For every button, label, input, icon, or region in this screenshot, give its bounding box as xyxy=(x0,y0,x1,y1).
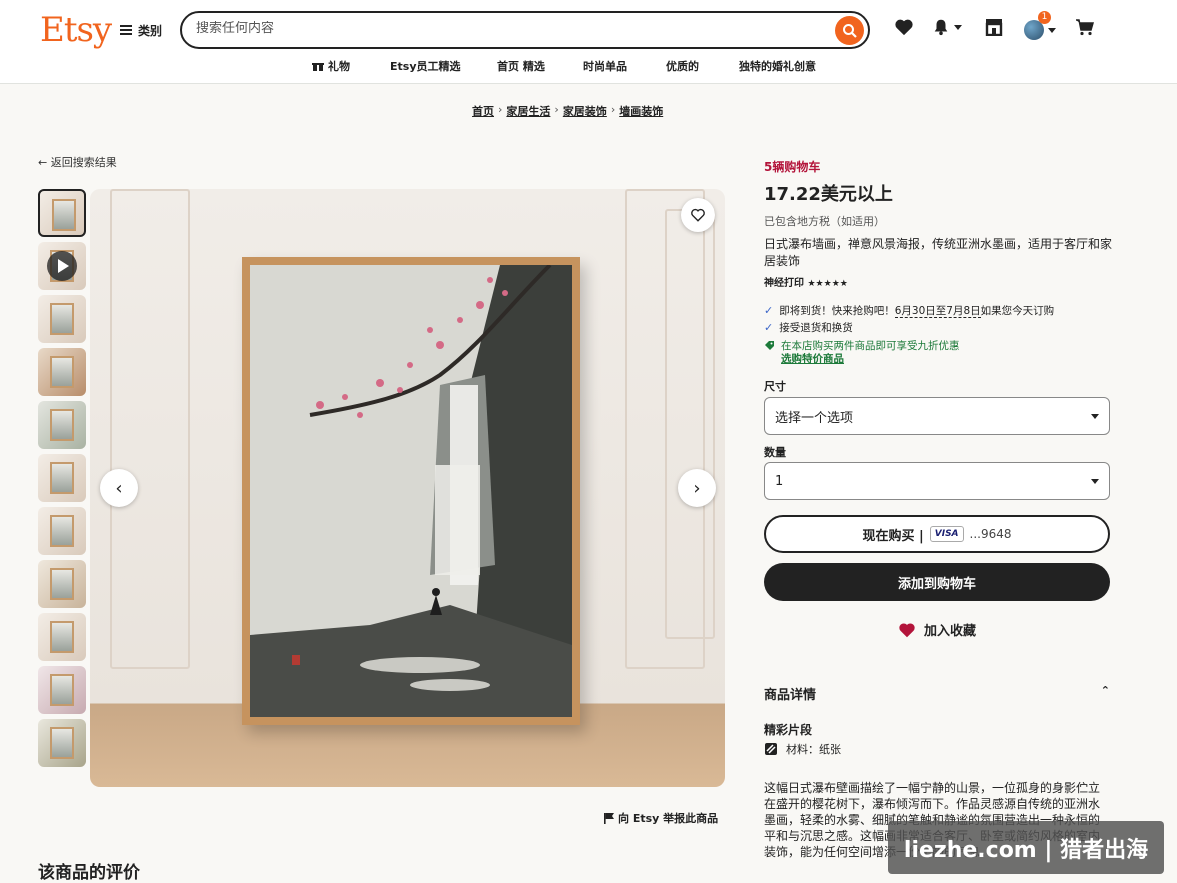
search-bar xyxy=(180,11,870,49)
rating-stars: ★★★★★ xyxy=(807,279,848,289)
breadcrumb-wall-decor[interactable]: 墙画装饰 xyxy=(619,103,663,119)
delivery-dates[interactable]: 6月30日至7月8日 xyxy=(894,305,981,318)
item-details-heading: 商品详情 xyxy=(764,688,817,703)
breadcrumb: 首页 › 家居生活 › 家居装饰 › 墙画装饰 xyxy=(472,103,663,119)
thumbnail[interactable] xyxy=(38,348,86,396)
shop-sale-link[interactable]: 选购特价商品 xyxy=(781,351,844,366)
chevron-right-icon: › xyxy=(693,477,701,499)
item-details-toggle[interactable]: 商品详情 ⌃ xyxy=(764,684,1110,703)
thumbnail[interactable] xyxy=(38,401,86,449)
shop-name[interactable]: 神经打印 xyxy=(764,278,804,289)
chevron-up-icon: ⌃ xyxy=(1100,684,1110,697)
report-label: 向 Etsy 举报此商品 xyxy=(618,812,719,825)
menu-icon xyxy=(120,25,132,35)
visa-icon: VISA xyxy=(929,526,964,542)
quantity-select[interactable]: 1 xyxy=(764,462,1110,500)
watermark: liezhe.com | 猎者出海 xyxy=(888,821,1164,874)
thumbnail[interactable] xyxy=(38,454,86,502)
breadcrumb-home-decor[interactable]: 家居装饰 xyxy=(563,103,607,119)
add-to-cart-button[interactable]: 添加到购物车 xyxy=(764,563,1110,601)
add-to-favorites-label: 加入收藏 xyxy=(924,624,977,639)
check-icon: ✓ xyxy=(764,321,774,334)
back-to-search-link[interactable]: ← 返回搜索结果 xyxy=(38,154,117,170)
material-icon xyxy=(765,743,777,755)
heart-icon xyxy=(899,622,915,637)
chevron-down-icon xyxy=(954,24,962,30)
chevron-down-icon xyxy=(1091,478,1099,484)
tag-icon xyxy=(765,341,774,350)
card-suffix: ...9648 xyxy=(969,527,1012,541)
gift-icon xyxy=(312,61,324,71)
site-header: Etsy 类别 1 礼物 Etsy员工精选 首页 精选 时尚单品 优质的 独特的… xyxy=(0,0,1177,84)
bell-icon xyxy=(934,19,948,36)
cart-count-badge: 1 xyxy=(1038,11,1051,24)
buy-now-label: 现在购买 | xyxy=(862,528,924,544)
previous-image-button[interactable]: ‹ xyxy=(100,469,138,507)
buy-now-button[interactable]: 现在购买 | VISA ...9648 xyxy=(764,515,1110,553)
quantity-select-value: 1 xyxy=(775,473,784,489)
etsy-logo[interactable]: Etsy xyxy=(40,10,112,50)
breadcrumb-separator: › xyxy=(554,103,559,116)
thumbnail[interactable] xyxy=(38,666,86,714)
thumbnail[interactable] xyxy=(38,295,86,343)
size-select-value: 选择一个选项 xyxy=(775,410,854,426)
nav-item-gifts[interactable]: 礼物 xyxy=(312,58,350,74)
heart-outline-icon xyxy=(691,208,705,222)
search-input[interactable] xyxy=(196,21,816,36)
cart-demand-note: 5辆购物车 xyxy=(764,160,821,174)
thumbnail[interactable] xyxy=(38,560,86,608)
thumbnail[interactable] xyxy=(38,189,86,237)
flag-icon xyxy=(604,812,614,824)
tax-note: 已包含地方税（如适用） xyxy=(764,215,885,228)
size-label: 尺寸 xyxy=(764,380,786,393)
quantity-label: 数量 xyxy=(764,446,786,459)
breadcrumb-home-living[interactable]: 家居生活 xyxy=(506,103,550,119)
play-icon xyxy=(47,251,77,281)
chevron-down-icon xyxy=(1091,413,1099,419)
product-image[interactable]: ‹ › xyxy=(90,189,725,787)
arrow-left-icon: ← xyxy=(38,156,51,169)
returns-note: ✓ 接受退货和换货 xyxy=(764,321,853,334)
product-title: 日式瀑布墙画，禅意风景海报，传统亚洲水墨画，适用于客厅和家居装饰 xyxy=(764,237,1113,268)
next-image-button[interactable]: › xyxy=(678,469,716,507)
breadcrumb-home[interactable]: 首页 xyxy=(472,103,494,119)
reviews-heading: 该商品的评价 xyxy=(38,863,140,883)
search-icon xyxy=(842,23,857,38)
thumbnail[interactable] xyxy=(38,719,86,767)
size-select[interactable]: 选择一个选项 xyxy=(764,397,1110,435)
price: 17.22美元以上 xyxy=(764,184,893,205)
nav-item-premium[interactable]: 优质的 xyxy=(666,58,699,74)
breadcrumb-separator: › xyxy=(610,103,616,116)
chevron-left-icon: ‹ xyxy=(115,477,123,499)
notifications-button[interactable] xyxy=(932,18,962,36)
shop-info: 神经打印 ★★★★★ xyxy=(764,274,848,289)
breadcrumb-separator: › xyxy=(498,103,503,116)
thumbnail[interactable] xyxy=(38,613,86,661)
thumbnail[interactable] xyxy=(38,507,86,555)
check-icon: ✓ xyxy=(764,304,774,317)
framed-painting xyxy=(242,257,580,725)
nav-item-label: 礼物 xyxy=(328,60,350,73)
categories-button[interactable]: 类别 xyxy=(120,20,162,40)
categories-label: 类别 xyxy=(138,23,163,38)
highlights-heading: 精彩片段 xyxy=(764,723,813,737)
nav-item-editors-picks[interactable]: Etsy员工精选 xyxy=(390,58,461,74)
add-to-favorites-button[interactable]: 加入收藏 xyxy=(898,620,976,639)
delivery-estimate: ✓ 即将到货！快来抢购吧！6月30日至7月8日如果您今天订购 xyxy=(764,304,1055,318)
report-item-link[interactable]: 向 Etsy 举报此商品 xyxy=(604,810,718,826)
back-link-label: 返回搜索结果 xyxy=(50,156,117,169)
video-thumbnail[interactable] xyxy=(38,242,86,290)
search-button[interactable] xyxy=(835,16,864,45)
nav-item-home-picks[interactable]: 首页 精选 xyxy=(497,58,545,74)
chevron-down-icon xyxy=(1048,28,1056,33)
heart-icon[interactable] xyxy=(894,18,914,36)
cart-icon[interactable] xyxy=(1075,18,1095,36)
nav-item-fashion[interactable]: 时尚单品 xyxy=(583,58,627,74)
material-info: 材料：纸张 xyxy=(764,741,841,757)
shop-icon[interactable] xyxy=(984,18,1004,36)
favorite-image-button[interactable] xyxy=(681,198,715,232)
nav-item-wedding[interactable]: 独特的婚礼创意 xyxy=(739,58,816,74)
